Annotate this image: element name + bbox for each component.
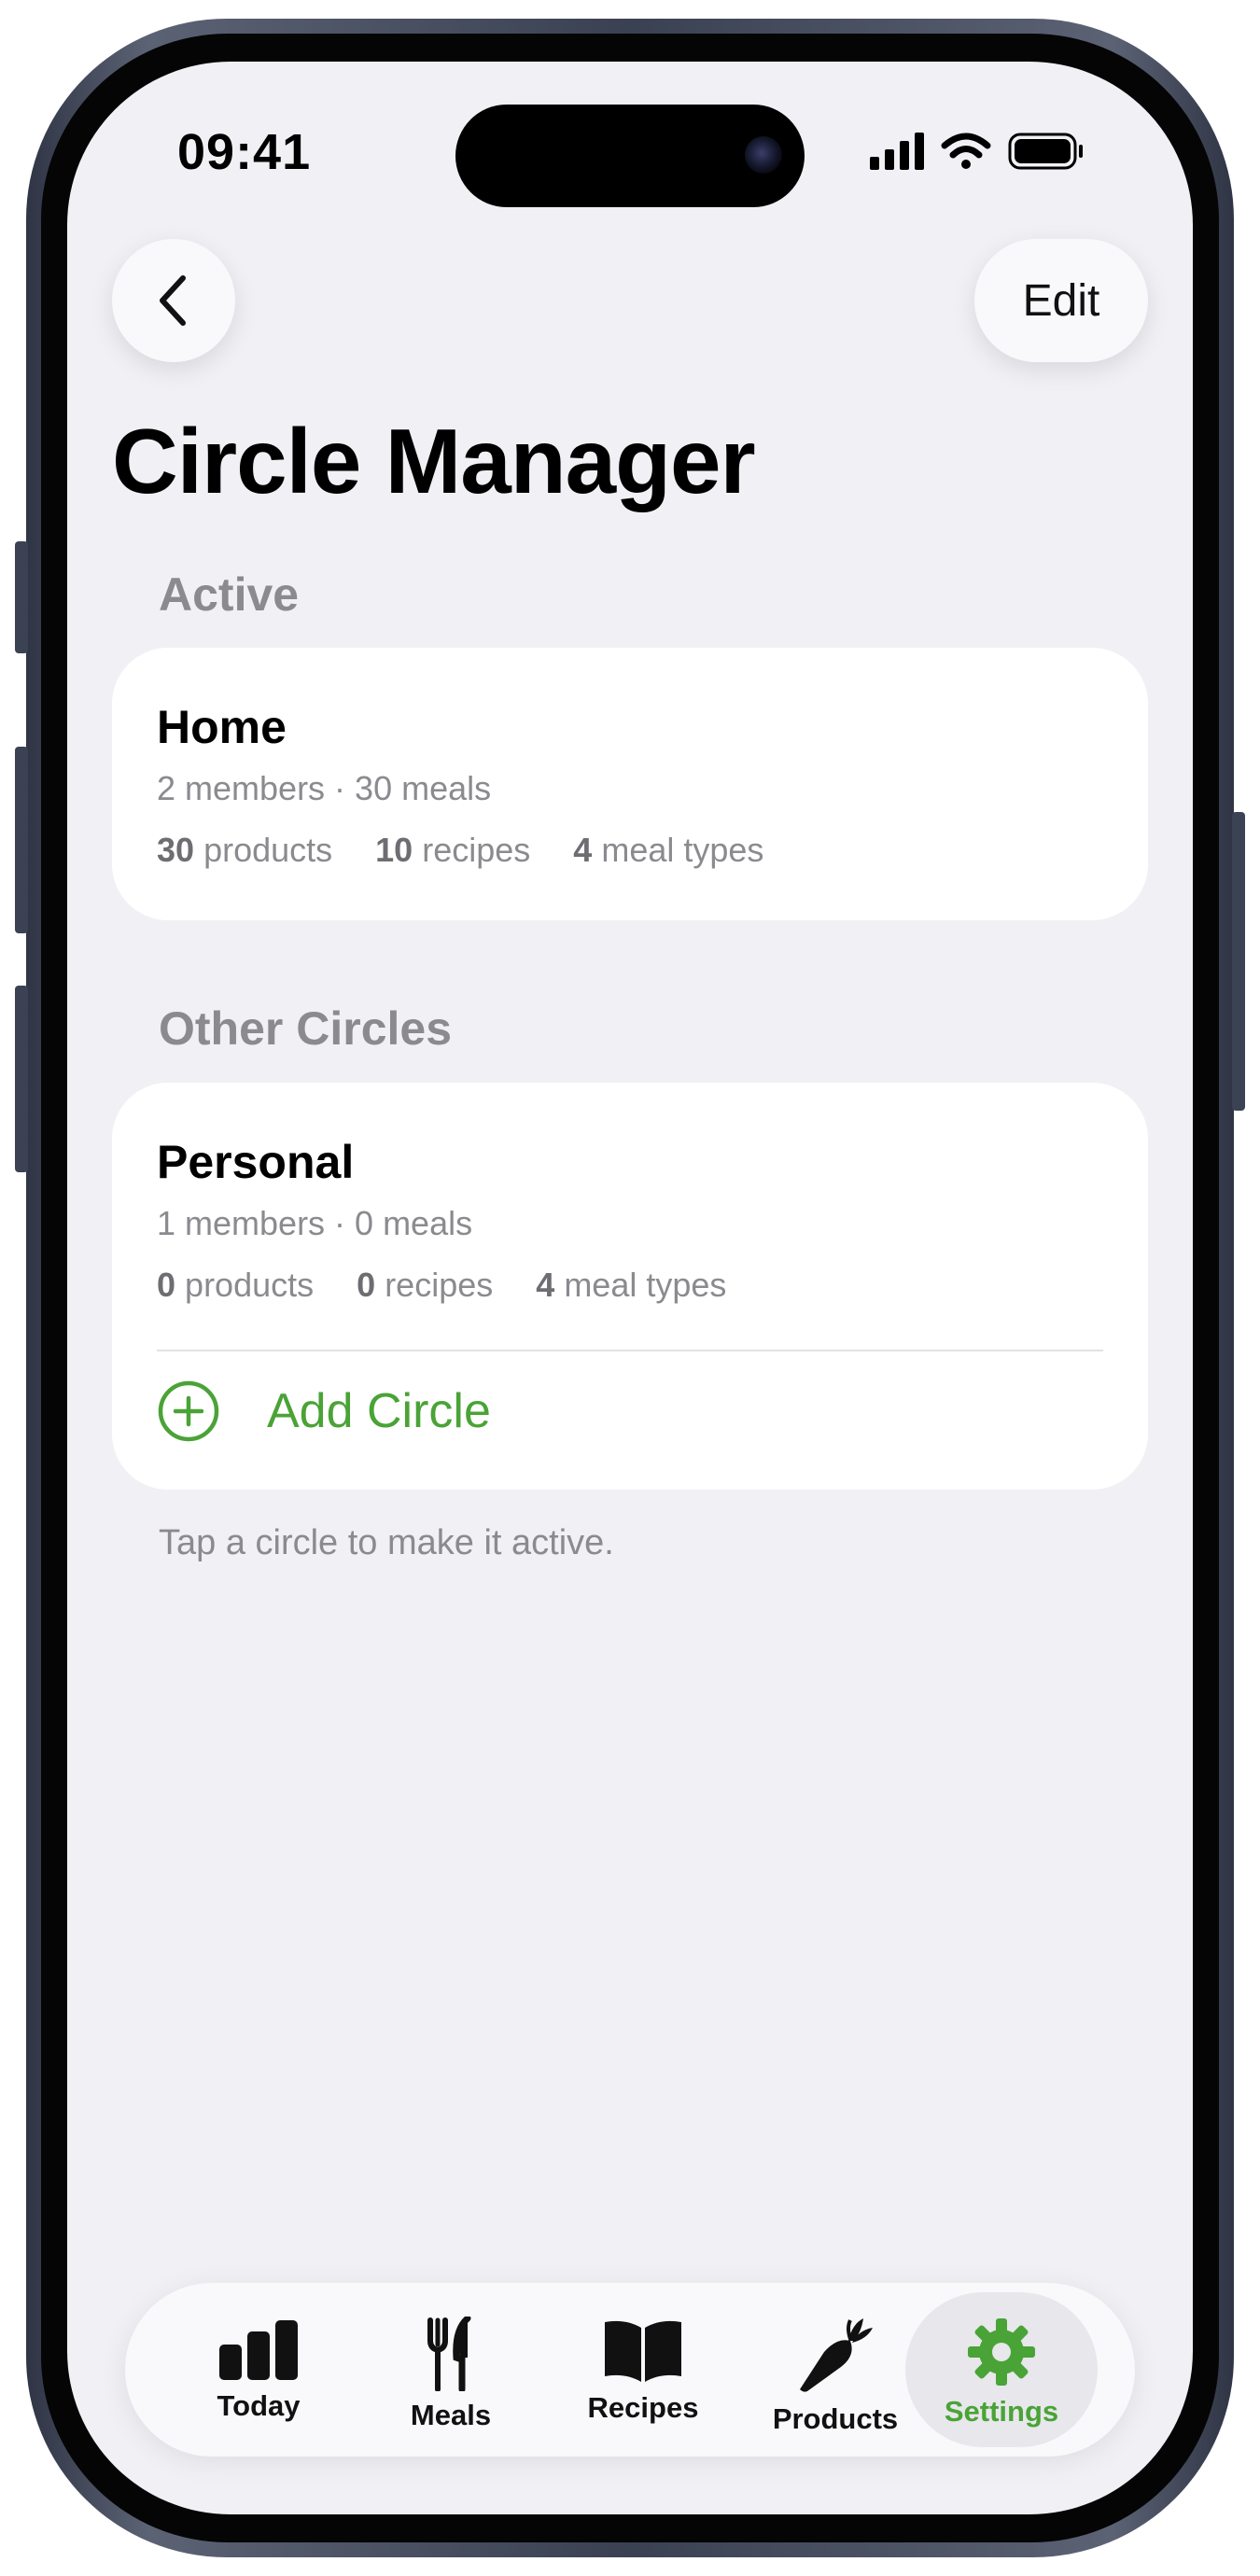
chevron-left-icon	[160, 275, 186, 326]
battery-icon	[1008, 133, 1083, 170]
active-section-label: Active	[159, 568, 300, 621]
bar-chart-icon	[219, 2320, 298, 2380]
recipes-count: 10	[375, 831, 413, 869]
products-label: products	[203, 831, 333, 869]
tab-recipes[interactable]: Recipes	[547, 2292, 739, 2447]
circle-name: Personal	[157, 1136, 355, 1188]
page-title: Circle Manager	[112, 410, 756, 512]
meal-types-count: 4	[536, 1266, 555, 1304]
book-icon	[605, 2320, 681, 2382]
tab-bar: Today Meals Recipes Products Settings	[125, 2283, 1135, 2457]
dynamic-island	[455, 105, 805, 207]
tab-label: Recipes	[587, 2391, 699, 2424]
tab-products[interactable]: Products	[739, 2292, 931, 2447]
other-circles-card: Personal 1 members · 0 meals 0 products …	[112, 1083, 1148, 1490]
recipes-label: recipes	[422, 831, 531, 869]
fork-knife-icon	[427, 2317, 471, 2391]
circle-stats: 0 products 0 recipes 4 meal types	[157, 1266, 760, 1305]
gear-icon	[968, 2318, 1035, 2386]
circle-meta: 2 members · 30 meals	[157, 769, 492, 807]
volume-up-button	[15, 747, 28, 933]
plus-circle-icon	[158, 1380, 219, 1442]
footnote-text: Tap a circle to make it active.	[159, 1523, 614, 1562]
products-stat: 30 products	[157, 831, 332, 869]
products-stat: 0 products	[157, 1266, 314, 1304]
recipes-count: 0	[357, 1266, 376, 1304]
tab-label: Settings	[944, 2395, 1059, 2428]
active-circle-card[interactable]: Home 2 members · 30 meals 30 products 10…	[112, 648, 1148, 920]
meal-types-stat: 4 meal types	[536, 1266, 726, 1304]
products-label: products	[185, 1266, 315, 1304]
tab-settings[interactable]: Settings	[905, 2292, 1098, 2447]
cellular-signal-icon	[870, 133, 924, 170]
tab-label: Meals	[410, 2399, 492, 2431]
circle-meta: 1 members · 0 meals	[157, 1204, 473, 1242]
screen: 09:41 Edit Circle Manager Active Home 2 …	[67, 62, 1193, 2514]
meal-types-count: 4	[573, 831, 593, 869]
circle-stats: 30 products 10 recipes 4 meal types	[157, 831, 797, 870]
meal-types-label: meal types	[601, 831, 764, 869]
tab-today[interactable]: Today	[162, 2292, 355, 2447]
back-button[interactable]	[112, 239, 235, 362]
circle-name: Home	[157, 701, 287, 753]
add-circle-button[interactable]: Add Circle	[157, 1379, 491, 1443]
status-icons	[870, 131, 1103, 176]
products-count: 30	[157, 831, 195, 869]
recipes-label: recipes	[385, 1266, 494, 1304]
camera-icon	[745, 136, 782, 174]
carrot-icon	[800, 2318, 873, 2392]
meal-types-stat: 4 meal types	[573, 831, 763, 869]
volume-down-button	[15, 986, 28, 1172]
tab-label: Today	[217, 2389, 301, 2422]
tab-label: Products	[772, 2402, 899, 2435]
products-count: 0	[157, 1266, 176, 1304]
tab-meals[interactable]: Meals	[355, 2292, 547, 2447]
circle-row-personal[interactable]: Personal 1 members · 0 meals 0 products …	[112, 1083, 1148, 1344]
add-circle-label: Add Circle	[267, 1384, 491, 1438]
edit-button[interactable]: Edit	[974, 239, 1148, 362]
recipes-stat: 10 recipes	[375, 831, 530, 869]
power-button	[1232, 812, 1245, 1111]
row-divider	[157, 1350, 1103, 1351]
action-button	[15, 541, 28, 653]
other-circles-section-label: Other Circles	[159, 1002, 453, 1055]
recipes-stat: 0 recipes	[357, 1266, 493, 1304]
meal-types-label: meal types	[564, 1266, 727, 1304]
wifi-icon	[941, 133, 991, 169]
status-time: 09:41	[177, 124, 312, 180]
